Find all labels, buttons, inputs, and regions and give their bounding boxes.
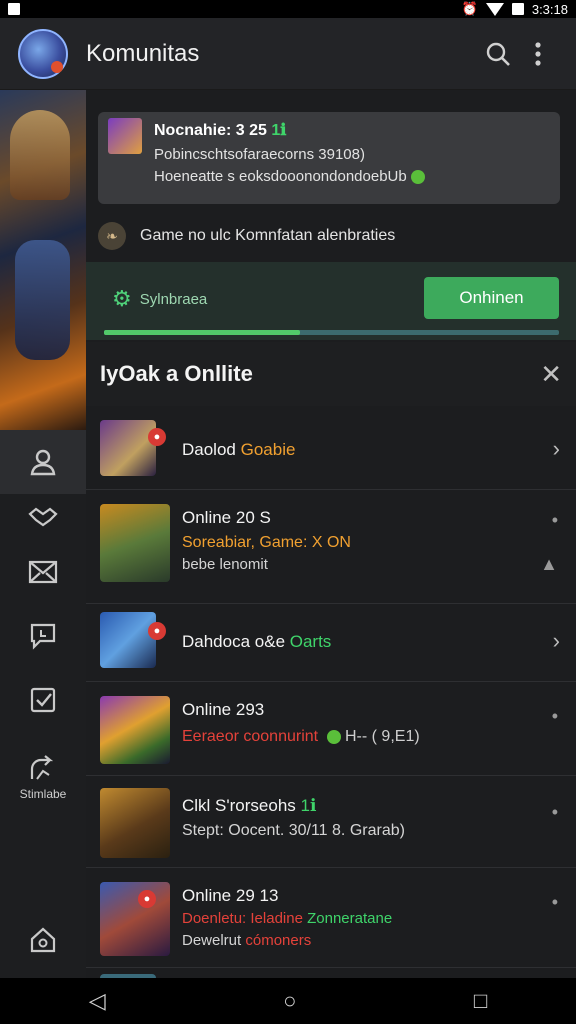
item-title: Clkl S'rorseohs 1ℹ: [182, 796, 317, 815]
sync-band: ⚙ Sylnbraea Onhinen: [86, 262, 576, 340]
wifi-icon: [485, 2, 504, 16]
item-subtitle: Stept: Oocent. 30/11 8. Grarab): [182, 822, 405, 839]
item-title: Dahdoca o&e Oarts: [182, 632, 332, 651]
home-circle-icon[interactable]: ○: [283, 988, 296, 1014]
game-thumbnail: [100, 696, 170, 764]
back-icon[interactable]: ◁: [89, 988, 106, 1014]
progress-fill: [104, 330, 300, 335]
sidebar-item-chat[interactable]: [0, 604, 86, 668]
hero-artwork: [0, 90, 86, 430]
page-title: Komunitas: [86, 39, 200, 67]
alert-icon: ▲: [540, 554, 558, 574]
online-button[interactable]: Onhinen: [424, 277, 559, 319]
item-subtitle: Eeraeor coonnurint H-- ( 9,E1): [182, 728, 420, 745]
online-dot-icon: [410, 170, 425, 185]
sync-label: Sylnbraea: [139, 290, 208, 308]
main-content: Nocnahie: 3 25 1ℹ Pobincschtsofaraecorns…: [86, 90, 576, 982]
system-nav-bar: ◁ ○ □: [0, 978, 576, 1024]
sidebar-item-label: Stimlabe: [19, 787, 67, 801]
badge-icon: ●: [138, 890, 156, 908]
alarm-icon: ⏰: [461, 1, 478, 16]
gear-icon: ⚙: [112, 286, 132, 311]
progress-bar: [104, 330, 559, 335]
mail-icon: [28, 560, 58, 584]
battery-icon: [511, 3, 524, 15]
sidebar-item-tasks[interactable]: [0, 668, 86, 732]
notice-line: Pobincschtsofaraecorns 39108): [154, 146, 365, 163]
notice-thumbnail: [108, 118, 142, 154]
handshake-icon: [28, 507, 58, 527]
item-title: Online 29 13: [182, 886, 279, 905]
item-title: Online 20 S: [182, 508, 271, 527]
item-subtitle: Soreabiar, Game: X ON: [182, 534, 351, 551]
home-icon: [30, 927, 56, 953]
item-detail: bebe lenomit: [182, 556, 268, 573]
avatar[interactable]: [18, 28, 68, 79]
info-row[interactable]: ❧ Game no ulc Komnfatan alenbraties: [98, 218, 395, 254]
sync-status: ⚙ Sylnbraea: [112, 286, 207, 312]
more-dot-icon[interactable]: •: [552, 510, 558, 531]
more-dot-icon[interactable]: •: [552, 892, 558, 913]
item-title: Daolod Goabie: [182, 440, 296, 459]
notice-line: Hoeneatte s eoksdooonondondoebUb: [154, 168, 425, 185]
section-title: IyOak a Onllite: [100, 361, 253, 386]
check-icon: [326, 729, 341, 744]
sidebar-item-friends[interactable]: [0, 494, 86, 540]
item-subtitle: Doenletu: Ieladine Zonneratane: [182, 910, 393, 927]
more-vert-icon: [535, 41, 541, 66]
game-list: ● Daolod Goabie › Online 20 S Soreabiar,…: [86, 406, 576, 982]
app-bar: Komunitas: [0, 18, 576, 90]
search-button[interactable]: [478, 34, 518, 74]
chevron-right-icon: ›: [552, 628, 560, 653]
badge-icon: ●: [148, 428, 166, 446]
game-thumbnail: [100, 788, 170, 858]
info-text: Game no ulc Komnfatan alenbraties: [140, 227, 396, 244]
recents-icon[interactable]: □: [474, 988, 487, 1014]
list-item[interactable]: ● Dahdoca o&e Oarts ›: [86, 604, 576, 682]
list-item[interactable]: ● Daolod Goabie ›: [86, 406, 576, 490]
section-header: IyOak a Onllite ✕: [86, 342, 576, 406]
game-thumbnail: [100, 504, 170, 582]
list-item[interactable]: Clkl S'rorseohs 1ℹ Stept: Oocent. 30/11 …: [86, 776, 576, 868]
sidebar-item-messages[interactable]: [0, 540, 86, 604]
rabbit-icon: ❧: [98, 222, 126, 250]
checkbox-icon: [30, 687, 56, 713]
share-icon: [30, 755, 54, 780]
more-dot-icon[interactable]: •: [552, 706, 558, 727]
notification-icon: [8, 3, 20, 15]
badge-icon: ●: [148, 622, 166, 640]
item-detail: Dewelrut cómoners: [182, 932, 312, 949]
sidebar-item-profile[interactable]: [0, 430, 86, 494]
notice-title: Nocnahie: 3 25 1ℹ: [154, 122, 287, 139]
game-thumbnail: [100, 612, 156, 668]
chevron-right-icon: ›: [552, 436, 560, 461]
list-item[interactable]: ● Online 29 13 Doenletu: Ieladine Zonner…: [86, 868, 576, 968]
list-item[interactable]: Online 20 S Soreabiar, Game: X ON bebe l…: [86, 490, 576, 604]
status-bar: ⏰ 3:3:18: [0, 0, 576, 18]
item-title: Online 293: [182, 700, 265, 719]
more-button[interactable]: [518, 34, 558, 74]
more-dot-icon[interactable]: •: [552, 802, 558, 823]
status-time: 3:3:18: [531, 1, 568, 17]
game-thumbnail: [100, 420, 156, 476]
sidebar-item-home[interactable]: [0, 908, 86, 972]
sidebar: Stimlabe: [0, 90, 86, 978]
person-icon: [30, 449, 56, 476]
game-thumbnail: [100, 882, 170, 956]
sidebar-item-stimlabe[interactable]: Stimlabe: [0, 732, 86, 824]
search-icon: [486, 42, 510, 66]
notice-card[interactable]: Nocnahie: 3 25 1ℹ Pobincschtsofaraecorns…: [98, 112, 560, 204]
chat-icon: [30, 623, 56, 650]
close-icon[interactable]: ✕: [540, 359, 562, 390]
list-item[interactable]: Online 293 Eeraeor coonnurint H-- ( 9,E1…: [86, 682, 576, 776]
